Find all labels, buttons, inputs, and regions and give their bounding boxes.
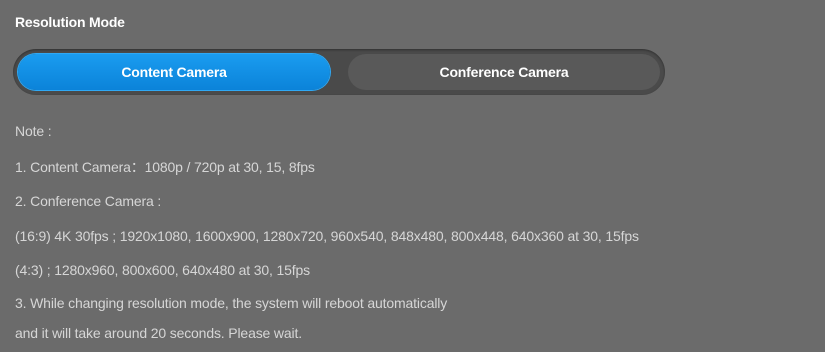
note-line: 1. Content Camera：1080p / 720p at 30, 15… bbox=[15, 159, 315, 175]
note-line: (4:3) ; 1280x960, 800x600, 640x480 at 30… bbox=[15, 262, 310, 278]
resolution-mode-panel: Resolution Mode Content Camera Conferenc… bbox=[0, 0, 825, 352]
section-title: Resolution Mode bbox=[15, 14, 125, 30]
conference-camera-button[interactable]: Conference Camera bbox=[348, 54, 660, 90]
note-header: Note : bbox=[15, 123, 52, 139]
content-camera-button[interactable]: Content Camera bbox=[18, 54, 330, 90]
note-line: and it will take around 20 seconds. Plea… bbox=[15, 325, 302, 341]
resolution-mode-toggle: Content Camera Conference Camera bbox=[13, 49, 665, 95]
note-line: 3. While changing resolution mode, the s… bbox=[15, 295, 448, 311]
note-line: (16:9) 4K 30fps ; 1920x1080, 1600x900, 1… bbox=[15, 228, 639, 244]
note-line: 2. Conference Camera : bbox=[15, 193, 162, 209]
